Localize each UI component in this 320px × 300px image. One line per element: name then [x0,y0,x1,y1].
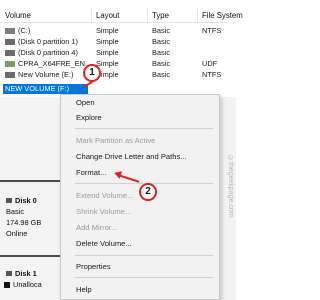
menu-item-help[interactable]: Help [76,284,92,295]
selected-volume-name: NEW VOLUME (F:) [5,84,70,93]
disk0-title-text: Disk 0 [15,196,37,205]
column-divider[interactable] [197,9,198,23]
menu-item-format[interactable]: Format... [76,167,106,178]
volume-name: (Disk 0 partition 1) [18,37,78,46]
table-row[interactable]: (Disk 0 partition 1) Simple Basic [0,37,236,48]
disk0-status: Online [6,229,28,238]
volume-type: Basic [152,48,171,57]
menu-item-shrink-volume[interactable]: Shrink Volume... [76,206,131,217]
volume-fs: NTFS [202,70,222,79]
volume-name: (Disk 0 partition 4) [18,48,78,57]
table-row[interactable]: New Volume (E:) Simple Basic NTFS [0,70,236,81]
menu-item-mark-active[interactable]: Mark Partition as Active [76,135,155,146]
disk-icon [6,198,12,203]
column-divider[interactable] [147,9,148,23]
menu-item-properties[interactable]: Properties [76,261,111,272]
system-volume-icon [5,28,15,34]
volume-name: (C:) [18,26,31,35]
volume-layout: Simple [96,26,119,35]
volume-fs: UDF [202,59,218,68]
volume-fs: NTFS [202,26,222,35]
menu-item-extend-volume[interactable]: Extend Volume... [76,190,133,201]
menu-item-open[interactable]: Open [76,97,95,108]
column-header-volume[interactable]: Volume [5,9,31,23]
table-row[interactable]: (Disk 0 partition 4) Simple Basic [0,48,236,59]
partition-icon [5,39,15,45]
volume-layout: Simple [96,37,119,46]
disk0-title[interactable]: Disk 0 [6,196,37,206]
partition-icon [5,72,15,78]
volume-type: Basic [152,26,171,35]
column-header-file-system[interactable]: File System [202,9,243,23]
menu-separator [75,277,213,278]
volume-name: New Volume (E:) [18,70,74,79]
volume-name: CPRA_X64FRE_EN... [18,59,92,68]
volume-layout: Simple [96,48,119,57]
column-header-type[interactable]: Type [152,9,169,23]
disk1-title[interactable]: Disk 1 [6,269,37,279]
volume-type: Basic [152,59,171,68]
menu-separator [75,255,213,256]
menu-item-add-mirror[interactable]: Add Mirror... [76,222,117,233]
disk-icon [6,271,12,276]
disk0-type: Basic [6,207,25,216]
step-badge-1: 1 [83,64,101,82]
menu-item-delete-volume[interactable]: Delete Volume... [76,238,132,249]
column-header-layout[interactable]: Layout [96,9,119,23]
partition-icon [5,50,15,56]
disk0-size: 174.98 GB [6,218,42,227]
table-row[interactable]: (C:) Simple Basic NTFS [0,26,236,37]
volume-list: Volume Layout Type File System (C:) Simp… [0,0,243,97]
header-divider [0,22,236,23]
menu-item-change-drive-letter[interactable]: Change Drive Letter and Paths... [76,151,187,162]
menu-separator [75,128,213,129]
menu-item-explore[interactable]: Explore [76,112,102,123]
table-row[interactable]: CPRA_X64FRE_EN... Simple Basic UDF [0,59,236,70]
watermark: ©thegeekpage.com [227,155,234,218]
step-badge-2: 2 [139,183,157,201]
disc-volume-icon [5,61,15,67]
unallocated-swatch [4,282,10,288]
disk1-title-text: Disk 1 [15,269,37,278]
volume-type: Basic [152,70,171,79]
volume-type: Basic [152,37,171,46]
disk1-unallocated: Unalloca [13,280,42,289]
column-divider[interactable] [91,9,92,23]
volume-list-header: Volume Layout Type File System [0,9,243,23]
